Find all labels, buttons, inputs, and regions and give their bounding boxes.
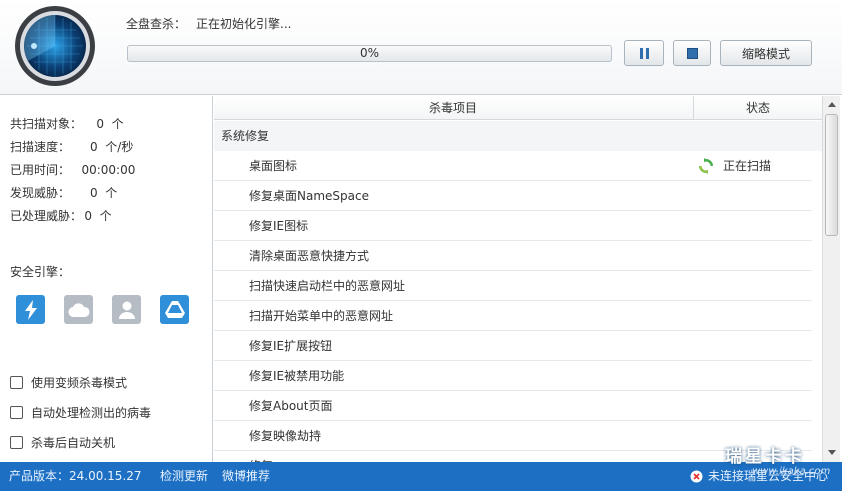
table-row[interactable]: 桌面图标 正在扫描 [214, 151, 812, 181]
user-engine-icon[interactable] [112, 295, 141, 324]
security-engines-title: 安全引擎： [10, 265, 71, 279]
row-name: 修复映像劫持 [249, 429, 322, 443]
pause-button[interactable] [624, 40, 664, 66]
status-footer: 产品版本：24.00.15.27 检测更新 微博推荐 未连接瑞星云安全中心 [0, 462, 842, 491]
table-row[interactable]: 修复… [214, 451, 812, 462]
refresh-icon [699, 158, 713, 174]
disconnected-icon [690, 470, 703, 483]
scan-mode-label: 全盘查杀： [126, 17, 187, 31]
table-scrollbar[interactable] [822, 96, 840, 462]
row-name: 修复桌面NameSpace [249, 189, 369, 203]
row-name: 修复About页面 [249, 399, 333, 413]
stat-threats-found: 发现威胁： 0 个 [10, 186, 118, 200]
table-header: 杀毒项目 状态 [214, 96, 822, 120]
table-row[interactable]: 修复IE扩展按钮 [214, 331, 812, 361]
stat-scanned-objects: 共扫描对象： 0 个 [10, 117, 124, 131]
row-name: 修复… [249, 451, 285, 462]
product-version: 产品版本：24.00.15.27 [9, 469, 142, 483]
scan-status-text: 正在初始化引擎... [196, 17, 292, 31]
watermark-url: www.ikaka.com [752, 466, 831, 477]
row-status: 正在扫描 [698, 151, 771, 181]
pause-icon [639, 47, 649, 59]
scroll-thumb[interactable] [825, 114, 838, 236]
watermark-brand: 瑞星卡卡 [725, 447, 805, 467]
progress-percent: 0% [359, 46, 380, 60]
group-system-repair: 系统修复 [214, 121, 822, 151]
table-row[interactable]: 修复映像劫持 [214, 421, 812, 451]
checkbox[interactable] [10, 436, 23, 449]
option-variable-frequency[interactable]: 使用变频杀毒模式 [10, 374, 127, 391]
table-row[interactable]: 清除桌面恶意快捷方式 [214, 241, 812, 271]
lightning-engine-icon[interactable] [16, 295, 45, 324]
mini-mode-button[interactable]: 缩略模式 [720, 40, 812, 66]
header-bar: 全盘查杀： 正在初始化引擎... 0% 缩略模式 [0, 0, 842, 95]
table-row[interactable]: 修复IE被禁用功能 [214, 361, 812, 391]
radar-scan-icon [15, 6, 95, 86]
table-row[interactable]: 修复IE图标 [214, 211, 812, 241]
drive-engine-icon[interactable] [160, 295, 189, 324]
row-name: 修复IE图标 [249, 219, 309, 233]
cloud-engine-icon[interactable] [64, 295, 93, 324]
stat-scan-speed: 扫描速度： 0 个/秒 [10, 140, 134, 154]
row-name: 扫描开始菜单中的恶意网址 [249, 309, 394, 323]
stop-icon [686, 47, 698, 59]
stop-button[interactable] [673, 40, 711, 66]
weibo-recommend-link[interactable]: 微博推荐 [222, 462, 270, 491]
scan-progress-bar: 0% [127, 45, 612, 62]
scroll-up-arrow-icon[interactable] [826, 98, 838, 110]
check-update-link[interactable]: 检测更新 [160, 462, 208, 491]
checkbox[interactable] [10, 406, 23, 419]
checkbox[interactable] [10, 376, 23, 389]
row-name: 修复IE被禁用功能 [249, 369, 345, 383]
table-row[interactable]: 修复About页面 [214, 391, 812, 421]
scan-items-table: 杀毒项目 状态 系统修复 桌面图标 正在扫描 修复桌面NameSpace 修复I… [214, 96, 822, 462]
stat-threats-handled: 已处理威胁： 0 个 [10, 209, 112, 223]
option-auto-shutdown[interactable]: 杀毒后自动关机 [10, 434, 115, 451]
column-header-status[interactable]: 状态 [693, 96, 822, 120]
scroll-down-arrow-icon[interactable] [826, 446, 838, 458]
table-row[interactable]: 扫描快速启动栏中的恶意网址 [214, 271, 812, 301]
table-row[interactable]: 修复桌面NameSpace [214, 181, 812, 211]
row-name: 桌面图标 [249, 159, 298, 173]
row-name: 清除桌面恶意快捷方式 [249, 249, 370, 263]
column-header-item[interactable]: 杀毒项目 [214, 96, 692, 120]
table-row[interactable]: 扫描开始菜单中的恶意网址 [214, 301, 812, 331]
stat-elapsed-time: 已用时间： 00:00:00 [10, 163, 136, 177]
option-auto-handle-virus[interactable]: 自动处理检测出的病毒 [10, 404, 151, 421]
row-name: 修复IE扩展按钮 [249, 339, 333, 353]
scan-info-panel: 共扫描对象： 0 个 扫描速度： 0 个/秒 已用时间： 00:00:00 发现威… [0, 96, 213, 462]
row-name: 扫描快速启动栏中的恶意网址 [249, 279, 406, 293]
